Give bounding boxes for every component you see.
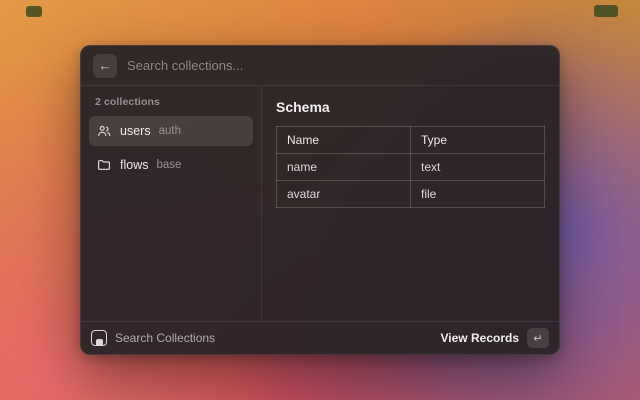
sidebar-item-suffix: base: [156, 159, 181, 171]
enter-key-icon: ↵: [527, 328, 549, 348]
footer-app-label: Search Collections: [115, 331, 215, 345]
cell-field-name: name: [277, 154, 411, 181]
users-icon: [96, 123, 112, 139]
table-row: avatar file: [277, 181, 545, 208]
sidebar-item-label: flows: [120, 158, 148, 172]
extension-logo-icon: [91, 330, 107, 346]
desktop-wallpaper: ← Search collections... 2 collections: [0, 0, 640, 400]
window-footer: Search Collections View Records ↵: [81, 321, 559, 354]
enter-key-glyph: ↵: [533, 332, 542, 345]
cell-field-type: text: [411, 154, 545, 181]
sidebar-item-flows[interactable]: flows base: [89, 150, 253, 180]
view-records-button[interactable]: View Records: [441, 331, 519, 345]
back-button[interactable]: ←: [93, 54, 117, 78]
folder-icon: [96, 157, 112, 173]
column-header-type: Type: [411, 127, 545, 154]
sidebar-item-label: users: [120, 124, 151, 138]
command-palette-window: ← Search collections... 2 collections: [80, 45, 560, 355]
desktop-icon: [26, 6, 42, 17]
panel-title: Schema: [276, 99, 545, 115]
footer-actions: View Records ↵: [441, 328, 549, 348]
footer-app: Search Collections: [91, 330, 215, 346]
search-input[interactable]: Search collections...: [127, 58, 243, 73]
search-header: ← Search collections...: [81, 46, 559, 86]
collections-sidebar: 2 collections users auth: [81, 86, 262, 321]
sidebar-item-users[interactable]: users auth: [89, 116, 253, 146]
schema-panel: Schema Name Type name text: [262, 86, 559, 321]
table-header-row: Name Type: [277, 127, 545, 154]
column-header-name: Name: [277, 127, 411, 154]
window-body: 2 collections users auth: [81, 86, 559, 321]
collections-count-label: 2 collections: [89, 94, 253, 116]
table-row: name text: [277, 154, 545, 181]
desktop-icon: [594, 5, 618, 17]
cell-field-name: avatar: [277, 181, 411, 208]
cell-field-type: file: [411, 181, 545, 208]
sidebar-item-suffix: auth: [159, 125, 181, 137]
schema-table: Name Type name text avatar file: [276, 126, 545, 208]
back-arrow-icon: ←: [99, 58, 112, 73]
